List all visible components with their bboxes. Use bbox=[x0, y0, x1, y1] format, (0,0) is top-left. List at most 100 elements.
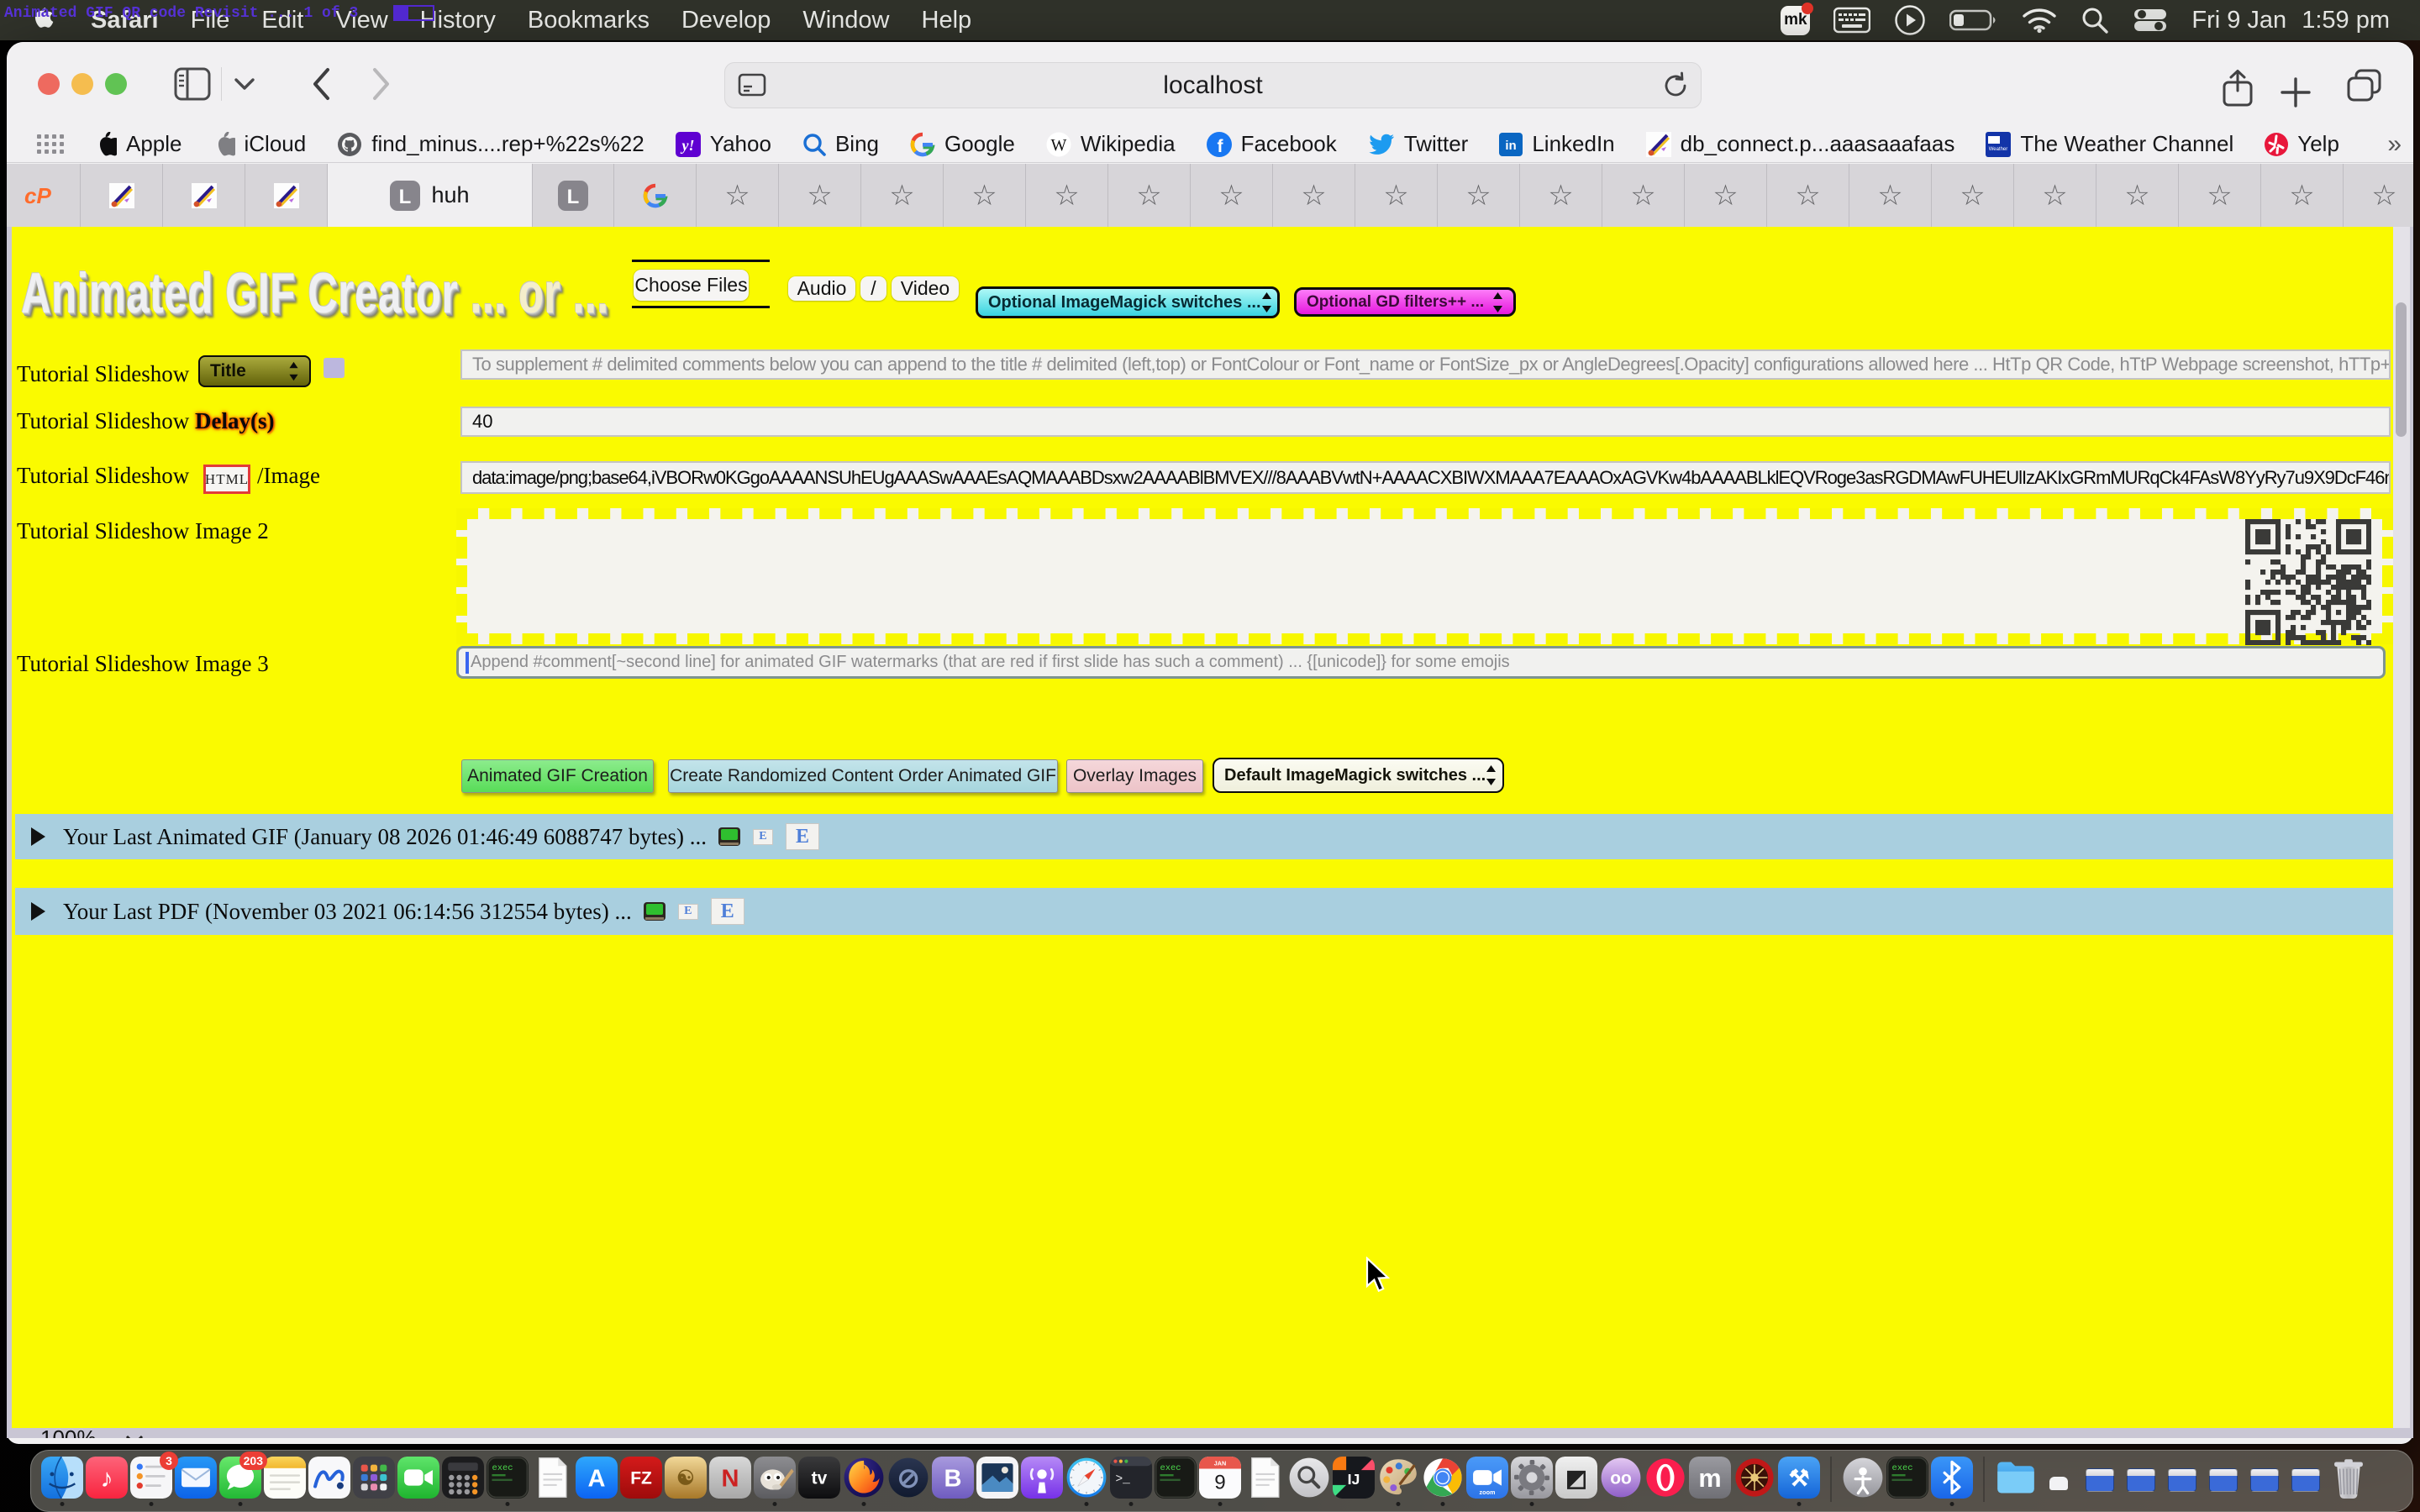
favorite-linkedin[interactable]: inLinkedIn bbox=[1499, 131, 1614, 157]
tab-empty-star[interactable]: ☆ bbox=[697, 164, 779, 227]
delay-input[interactable]: 40 bbox=[460, 407, 2391, 437]
control-center-icon[interactable] bbox=[2133, 8, 2168, 33]
dock-iterm[interactable]: >_ bbox=[1110, 1457, 1152, 1499]
tab-empty-star[interactable]: ☆ bbox=[2344, 164, 2413, 227]
favorite-facebook[interactable]: fFacebook bbox=[1207, 131, 1337, 157]
favorite-wikipedia[interactable]: WWikipedia bbox=[1046, 131, 1176, 157]
dock-minimized-window[interactable] bbox=[2209, 1468, 2238, 1492]
favorites-overflow-icon[interactable]: » bbox=[2387, 130, 2402, 159]
tab-empty-star[interactable]: ☆ bbox=[1355, 164, 1438, 227]
forward-icon[interactable] bbox=[371, 67, 392, 101]
tab-empty-star[interactable]: ☆ bbox=[1767, 164, 1849, 227]
title-select[interactable]: Title bbox=[198, 355, 311, 387]
dock-app-store[interactable]: A bbox=[576, 1457, 618, 1499]
dock-mail[interactable] bbox=[175, 1457, 217, 1499]
tab-empty-star[interactable]: ☆ bbox=[2096, 164, 2179, 227]
dock-search-app[interactable] bbox=[1288, 1457, 1330, 1499]
favorite-yelp[interactable]: Yelp bbox=[2265, 131, 2339, 157]
dock-calendar[interactable]: JAN9 bbox=[1199, 1457, 1241, 1499]
dock-xcode[interactable]: ⚒ bbox=[1778, 1457, 1820, 1499]
tab-empty-star[interactable]: ☆ bbox=[1026, 164, 1108, 227]
favorite-find-minus-rep-22s-22[interactable]: find_minus....rep+%22s%22 bbox=[337, 131, 644, 157]
dock-bbedit[interactable]: B bbox=[932, 1457, 974, 1499]
dock-notes[interactable] bbox=[264, 1457, 306, 1499]
dock-terminal[interactable]: exec bbox=[487, 1457, 529, 1499]
tab-empty-star[interactable]: ☆ bbox=[779, 164, 861, 227]
title-checkbox[interactable] bbox=[324, 358, 345, 378]
dock-libreoffice[interactable] bbox=[1244, 1457, 1286, 1499]
menu-date[interactable]: Fri 9 Jan bbox=[2191, 7, 2286, 34]
back-icon[interactable] bbox=[311, 67, 331, 101]
dock-system-settings[interactable] bbox=[1511, 1457, 1553, 1499]
dock-roulette[interactable] bbox=[1733, 1457, 1776, 1499]
favorite-the-weather-channel[interactable]: WeatherThe Weather Channel bbox=[1986, 131, 2233, 157]
disclosure-triangle-icon[interactable] bbox=[31, 902, 45, 921]
slash-button[interactable]: / bbox=[860, 276, 886, 301]
keyboard-icon[interactable] bbox=[1833, 7, 1870, 34]
dock-photo-app[interactable] bbox=[976, 1457, 1018, 1499]
tab-empty-star[interactable]: ☆ bbox=[1438, 164, 1520, 227]
video-button[interactable]: Video bbox=[892, 276, 959, 301]
dock-dark-circle-app[interactable]: ⊘ bbox=[887, 1457, 929, 1499]
tab-empty-star[interactable]: ☆ bbox=[1191, 164, 1273, 227]
animated-gif-creation-button[interactable]: Animated GIF Creation bbox=[461, 759, 654, 793]
dock-mini-mammoth[interactable] bbox=[2044, 1468, 2073, 1492]
page-format-icon[interactable] bbox=[738, 73, 766, 98]
tab-google[interactable] bbox=[614, 164, 697, 227]
tab-l-app[interactable]: L bbox=[532, 164, 614, 227]
gif-preview-icon[interactable] bbox=[644, 902, 666, 921]
dock-firefox[interactable] bbox=[843, 1457, 885, 1499]
html-image-input[interactable]: data:image/png;base64,iVBORw0KGgoAAAANSU… bbox=[460, 461, 2391, 494]
dock-accessibility[interactable] bbox=[1842, 1457, 1884, 1499]
dock-safari[interactable] bbox=[1065, 1457, 1107, 1499]
tab-empty-star[interactable]: ☆ bbox=[1273, 164, 1355, 227]
scrollbar-thumb[interactable] bbox=[2396, 302, 2407, 437]
dock-zoom[interactable]: zoom bbox=[1466, 1457, 1508, 1499]
tab-empty-star[interactable]: ☆ bbox=[944, 164, 1026, 227]
tab-empty-star[interactable]: ☆ bbox=[2261, 164, 2344, 227]
email-big-icon[interactable]: E bbox=[711, 898, 744, 925]
tab-empty-star[interactable]: ☆ bbox=[2014, 164, 2096, 227]
image3-input[interactable]: Append #comment[~second line] for animat… bbox=[456, 646, 2386, 679]
menu-item-help[interactable]: Help bbox=[922, 7, 972, 34]
gif-preview-icon[interactable] bbox=[718, 827, 740, 846]
dock-filezilla[interactable]: FZ bbox=[620, 1457, 662, 1499]
dock-podcasts[interactable] bbox=[1021, 1457, 1063, 1499]
audio-button[interactable]: Audio bbox=[788, 276, 855, 301]
favorite-grid[interactable] bbox=[37, 134, 64, 154]
dock-mamp[interactable]: m bbox=[1689, 1457, 1731, 1499]
zoom-window-button[interactable] bbox=[105, 73, 127, 95]
dock-messages[interactable]: 203 bbox=[219, 1457, 261, 1499]
imagemagick-switches-select[interactable]: Optional ImageMagick switches ... bbox=[976, 286, 1280, 318]
favorite-apple[interactable]: Apple bbox=[95, 131, 182, 157]
tab-empty-star[interactable]: ☆ bbox=[1602, 164, 1685, 227]
tab-empty-star[interactable]: ☆ bbox=[1849, 164, 1932, 227]
favorite-twitter[interactable]: Twitter bbox=[1368, 131, 1469, 157]
dock-finder[interactable] bbox=[41, 1457, 83, 1499]
address-bar[interactable]: localhost bbox=[724, 62, 1702, 108]
dock-minimized-window[interactable] bbox=[2250, 1468, 2279, 1492]
favorite-bing[interactable]: Bing bbox=[802, 131, 879, 157]
dock-facetime[interactable] bbox=[397, 1457, 439, 1499]
email-big-icon[interactable]: E bbox=[786, 823, 819, 850]
tab-empty-star[interactable]: ☆ bbox=[861, 164, 944, 227]
dock-red-n-app[interactable]: N bbox=[709, 1457, 751, 1499]
tab-empty-star[interactable]: ☆ bbox=[1932, 164, 2014, 227]
dock-exec-terminal[interactable]: exec bbox=[1155, 1457, 1197, 1499]
email-small-icon[interactable]: E bbox=[753, 829, 773, 845]
email-small-icon[interactable]: E bbox=[678, 904, 698, 920]
overlay-images-button[interactable]: Overlay Images bbox=[1066, 759, 1203, 793]
search-icon[interactable] bbox=[2081, 6, 2109, 34]
tab-empty-star[interactable]: ☆ bbox=[1108, 164, 1191, 227]
sidebar-icon[interactable] bbox=[174, 67, 211, 101]
menu-item-bookmarks[interactable]: Bookmarks bbox=[528, 7, 650, 34]
dock-cat-app[interactable]: oo bbox=[1600, 1457, 1642, 1499]
tab-empty-star[interactable]: ☆ bbox=[1685, 164, 1767, 227]
favorite-icloud[interactable]: iCloud bbox=[213, 131, 307, 157]
dock-chrome[interactable] bbox=[1422, 1457, 1464, 1499]
choose-files-button[interactable]: Choose Files bbox=[634, 270, 749, 301]
tab-paint[interactable] bbox=[81, 164, 163, 227]
play-circle-icon[interactable] bbox=[1894, 4, 1926, 36]
tab-active-huh[interactable]: Lhuh bbox=[328, 164, 532, 227]
gd-filters-select[interactable]: Optional GD filters++ ... bbox=[1294, 287, 1516, 317]
